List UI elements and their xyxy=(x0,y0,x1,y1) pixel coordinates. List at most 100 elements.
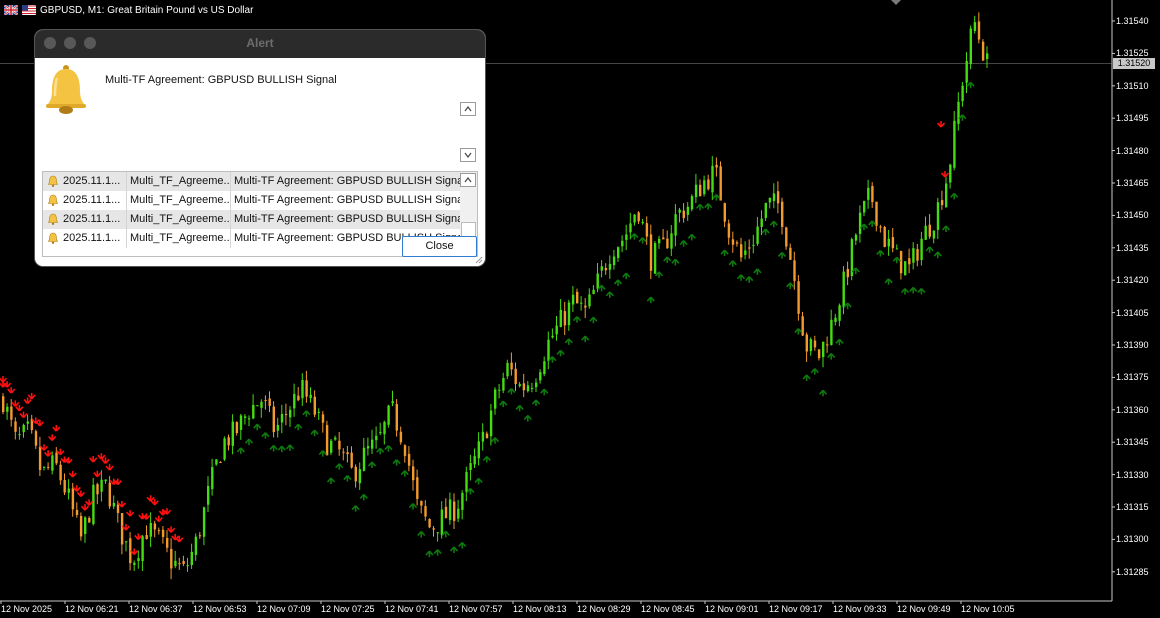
alert-dialog[interactable]: Alert Multi-TF Agreement: GBPUSD BULLISH… xyxy=(35,30,485,266)
buy-signal-arrow xyxy=(572,316,582,323)
candle xyxy=(170,548,173,569)
buy-signal-arrow xyxy=(359,493,368,501)
candle xyxy=(834,317,837,322)
buy-signal-arrow xyxy=(900,288,910,295)
candle xyxy=(719,166,722,201)
buy-signal-arrow xyxy=(269,444,278,452)
buy-signal-arrow xyxy=(335,463,344,470)
sell-signal-arrow xyxy=(166,526,176,533)
candle xyxy=(157,530,161,532)
candle xyxy=(826,344,829,346)
chevron-down-icon xyxy=(464,152,472,158)
candle xyxy=(264,400,267,402)
resize-grip-icon[interactable] xyxy=(475,256,483,264)
candle xyxy=(981,41,985,61)
candle xyxy=(432,528,435,530)
candle xyxy=(756,226,759,244)
candle xyxy=(854,234,858,241)
sell-signal-arrow xyxy=(19,411,28,419)
bell-icon xyxy=(46,65,86,114)
candle xyxy=(461,492,464,510)
candle xyxy=(104,479,107,482)
candle xyxy=(830,319,833,345)
message-scroll-down[interactable] xyxy=(460,148,476,162)
price-axis-label: 1.31510 xyxy=(1116,80,1149,91)
candle xyxy=(489,410,493,437)
message-scroll-up[interactable] xyxy=(460,102,476,116)
buy-signal-arrow xyxy=(277,445,286,453)
candle xyxy=(371,439,374,449)
history-row[interactable]: 2025.11.1... Multi_TF_Agreeme... Multi-T… xyxy=(43,210,460,229)
bell-icon xyxy=(48,175,58,187)
candle xyxy=(231,421,234,446)
buy-signal-arrow xyxy=(720,249,729,257)
buy-signal-arrow xyxy=(622,272,631,280)
candle xyxy=(358,469,362,484)
sell-signal-arrow xyxy=(68,470,77,478)
close-button[interactable]: Close xyxy=(402,236,477,257)
candle xyxy=(346,452,349,455)
sell-signal-arrow xyxy=(64,457,73,464)
candle xyxy=(485,433,489,439)
price-axis-label: 1.31300 xyxy=(1116,534,1149,545)
sell-signal-arrow xyxy=(27,392,36,400)
candle xyxy=(293,393,296,409)
buy-signal-arrow xyxy=(310,429,319,437)
sell-signal-arrow xyxy=(130,548,139,556)
sell-signal-arrow xyxy=(72,485,81,492)
candle xyxy=(863,200,866,213)
candle xyxy=(403,445,407,456)
candle xyxy=(846,268,849,278)
candle xyxy=(965,60,968,83)
candle xyxy=(190,551,193,566)
price-axis-label: 1.31345 xyxy=(1116,437,1149,448)
candle xyxy=(793,260,796,281)
candle xyxy=(703,180,706,195)
candle xyxy=(47,466,50,468)
candle xyxy=(744,250,747,255)
buy-signal-arrow xyxy=(810,368,819,375)
candle xyxy=(727,223,731,238)
price-axis-label: 1.31285 xyxy=(1116,566,1149,577)
candle xyxy=(559,309,562,327)
candle xyxy=(14,421,17,432)
candle xyxy=(38,447,42,470)
buy-signal-arrow xyxy=(490,437,500,444)
candle xyxy=(18,434,21,436)
candle xyxy=(920,238,923,261)
history-scroll-up[interactable] xyxy=(460,173,476,187)
sell-signal-arrow xyxy=(23,397,32,405)
candle xyxy=(801,316,804,336)
candle xyxy=(510,362,513,370)
alert-titlebar[interactable]: Alert xyxy=(35,30,485,59)
sell-signal-arrow xyxy=(0,376,8,383)
buy-signal-arrow xyxy=(261,432,270,439)
candle xyxy=(986,53,989,60)
candle xyxy=(789,247,792,260)
buy-signal-arrow xyxy=(449,546,459,554)
buy-signal-arrow xyxy=(818,389,828,397)
candle xyxy=(690,196,694,210)
buy-signal-arrow xyxy=(827,353,836,360)
candle xyxy=(547,339,550,361)
buy-signal-arrow xyxy=(712,194,721,201)
buy-signal-arrow xyxy=(777,251,787,259)
candle xyxy=(325,425,329,456)
time-axis-label: 12 Nov 09:33 xyxy=(833,604,887,614)
candle xyxy=(223,438,226,460)
current-price-label: 1.31520 xyxy=(1113,58,1155,69)
candle xyxy=(395,404,398,431)
buy-signal-arrow xyxy=(966,81,975,89)
candle xyxy=(252,404,255,419)
candle xyxy=(822,341,825,358)
history-row[interactable]: 2025.11.1... Multi_TF_Agreeme... Multi-T… xyxy=(43,229,460,248)
candle xyxy=(120,513,124,545)
candle xyxy=(412,466,415,481)
history-row[interactable]: 2025.11.1... Multi_TF_Agreeme... Multi-T… xyxy=(43,172,460,191)
candle xyxy=(539,372,542,381)
history-row[interactable]: 2025.11.1... Multi_TF_Agreeme... Multi-T… xyxy=(43,191,460,210)
buy-signal-arrow xyxy=(236,447,245,454)
candle xyxy=(928,224,931,237)
buy-signal-arrow xyxy=(769,220,778,228)
buy-signal-arrow xyxy=(253,423,262,431)
